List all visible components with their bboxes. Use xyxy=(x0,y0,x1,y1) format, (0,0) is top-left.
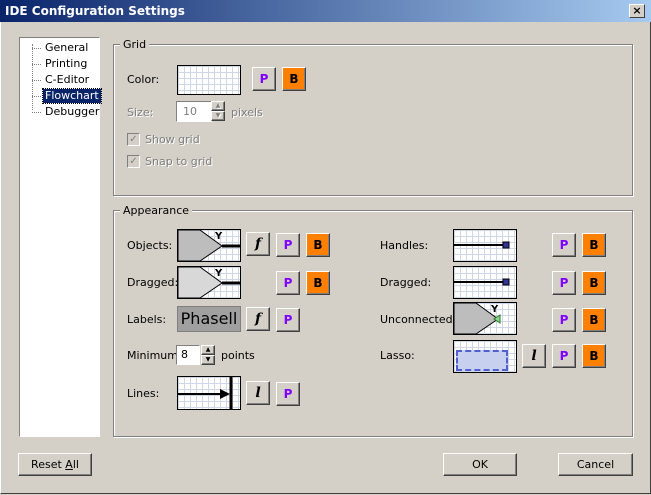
tree-item-label: Debugger xyxy=(45,105,100,118)
tree-branch xyxy=(32,112,41,113)
reset-label-suffix: ll xyxy=(72,458,79,471)
handle-line-icon xyxy=(454,241,510,249)
grid-brush-button[interactable]: B xyxy=(282,67,306,91)
unconnected-brush-button[interactable]: B xyxy=(582,308,606,332)
dragged-preview[interactable]: Y xyxy=(177,266,241,299)
dragged-label: Dragged: xyxy=(127,276,179,289)
objects-font-button[interactable]: f xyxy=(246,232,270,256)
close-button[interactable]: × xyxy=(629,4,645,18)
lasso-label: Lasso: xyxy=(380,349,415,362)
close-icon: × xyxy=(632,4,642,17)
spin-down-icon[interactable]: ▼ xyxy=(211,111,225,121)
dragged-handles-preview[interactable] xyxy=(453,266,517,299)
lasso-preview[interactable] xyxy=(453,340,517,373)
spin-up-icon[interactable]: ▲ xyxy=(211,101,225,111)
dragged-brush-button[interactable]: B xyxy=(306,271,330,295)
reset-all-button[interactable]: Reset All xyxy=(18,453,92,476)
dragged-handle-line-icon xyxy=(454,278,510,286)
tree-branch xyxy=(32,80,41,81)
handles-preview[interactable] xyxy=(453,229,517,262)
tree-item-label: C-Editor xyxy=(45,73,90,86)
lasso-brush-button[interactable]: B xyxy=(582,344,606,368)
snap-to-grid-label: Snap to grid xyxy=(145,155,213,168)
tree-item-flowchart[interactable]: Flowchart xyxy=(20,88,102,104)
grid-group-title: Grid xyxy=(120,38,150,51)
settings-tree[interactable]: General Printing C-Editor Flowchart Debu… xyxy=(19,37,102,437)
grid-color-label: Color: xyxy=(127,73,160,86)
unconnected-label: Unconnected: xyxy=(380,313,457,326)
reset-label-accel: A xyxy=(65,458,73,471)
lines-pen-button[interactable]: P xyxy=(276,382,300,406)
dragged-pen-button[interactable]: P xyxy=(276,271,300,295)
tree-item-label: Flowchart xyxy=(42,88,102,104)
handles-label: Handles: xyxy=(380,239,429,252)
objects-pen-button[interactable]: P xyxy=(276,233,300,257)
tree-branch xyxy=(32,64,41,65)
dragged-handles-brush-button[interactable]: B xyxy=(582,271,606,295)
lasso-pen-button[interactable]: P xyxy=(552,344,576,368)
spin-down-icon[interactable]: ▼ xyxy=(201,355,215,365)
labels-font-preview[interactable]: Phasell xyxy=(177,306,241,332)
grid-size-input[interactable]: 10 xyxy=(176,101,212,122)
lasso-width-button[interactable]: l xyxy=(522,344,546,368)
objects-brush-button[interactable]: B xyxy=(306,233,330,257)
tree-branch xyxy=(32,96,41,97)
lasso-rect-icon xyxy=(456,350,508,371)
tree-item-printing[interactable]: Printing xyxy=(20,57,99,71)
appearance-group-title: Appearance xyxy=(120,204,193,217)
tree-item-general[interactable]: General xyxy=(20,41,99,55)
labels-label: Labels: xyxy=(127,313,167,326)
labels-font-button[interactable]: f xyxy=(246,307,270,331)
grid-size-spinner[interactable]: ▲ ▼ xyxy=(211,101,225,121)
tree-item-c-editor[interactable]: C-Editor xyxy=(20,73,99,87)
reset-label-prefix: Reset xyxy=(31,458,66,471)
spin-up-icon[interactable]: ▲ xyxy=(201,345,215,355)
show-grid-checkbox[interactable]: ✓ xyxy=(127,133,140,146)
lines-width-button[interactable]: l xyxy=(246,381,270,405)
unconnected-shape-icon xyxy=(454,303,501,334)
tree-item-label: General xyxy=(45,41,89,54)
dragged-handles-label: Dragged: xyxy=(380,276,432,289)
object-y-glyph: Y xyxy=(215,231,223,242)
grid-size-label: Size: xyxy=(127,106,154,119)
window-title: IDE Configuration Settings xyxy=(5,4,185,18)
handles-pen-button[interactable]: P xyxy=(552,233,576,257)
ok-button[interactable]: OK xyxy=(443,453,517,476)
snap-to-grid-checkbox[interactable]: ✓ xyxy=(127,155,140,168)
lines-preview[interactable] xyxy=(177,376,241,410)
grid-size-unit: pixels xyxy=(231,106,263,119)
show-grid-label: Show grid xyxy=(145,133,200,146)
handles-brush-button[interactable]: B xyxy=(582,233,606,257)
line-arrow-icon xyxy=(178,377,233,409)
unconnected-pen-button[interactable]: P xyxy=(552,308,576,332)
grid-pen-button[interactable]: P xyxy=(252,67,276,91)
objects-preview[interactable]: Y xyxy=(177,229,241,262)
object-shape-icon xyxy=(178,230,240,261)
minimum-input[interactable]: 8 xyxy=(176,345,200,365)
tree-branch xyxy=(32,48,41,49)
unconnected-preview[interactable]: Y xyxy=(453,302,517,335)
dragged-y-glyph: Y xyxy=(215,268,223,279)
minimum-unit: points xyxy=(221,349,255,362)
minimum-value: 8 xyxy=(181,348,188,361)
minimum-spinner[interactable]: ▲ ▼ xyxy=(201,345,215,365)
dragged-shape-icon xyxy=(178,267,240,298)
grid-color-swatch[interactable] xyxy=(177,65,241,95)
grid-size-value: 10 xyxy=(183,105,197,118)
dragged-handles-pen-button[interactable]: P xyxy=(552,271,576,295)
lines-label: Lines: xyxy=(127,387,160,400)
minimum-label: Minimum: xyxy=(127,349,182,362)
labels-pen-button[interactable]: P xyxy=(276,308,300,332)
tree-item-debugger[interactable]: Debugger xyxy=(20,105,99,119)
unconnected-y-glyph: Y xyxy=(491,304,499,315)
objects-label: Objects: xyxy=(127,239,173,252)
tree-item-label: Printing xyxy=(45,57,88,70)
cancel-button[interactable]: Cancel xyxy=(558,453,633,476)
